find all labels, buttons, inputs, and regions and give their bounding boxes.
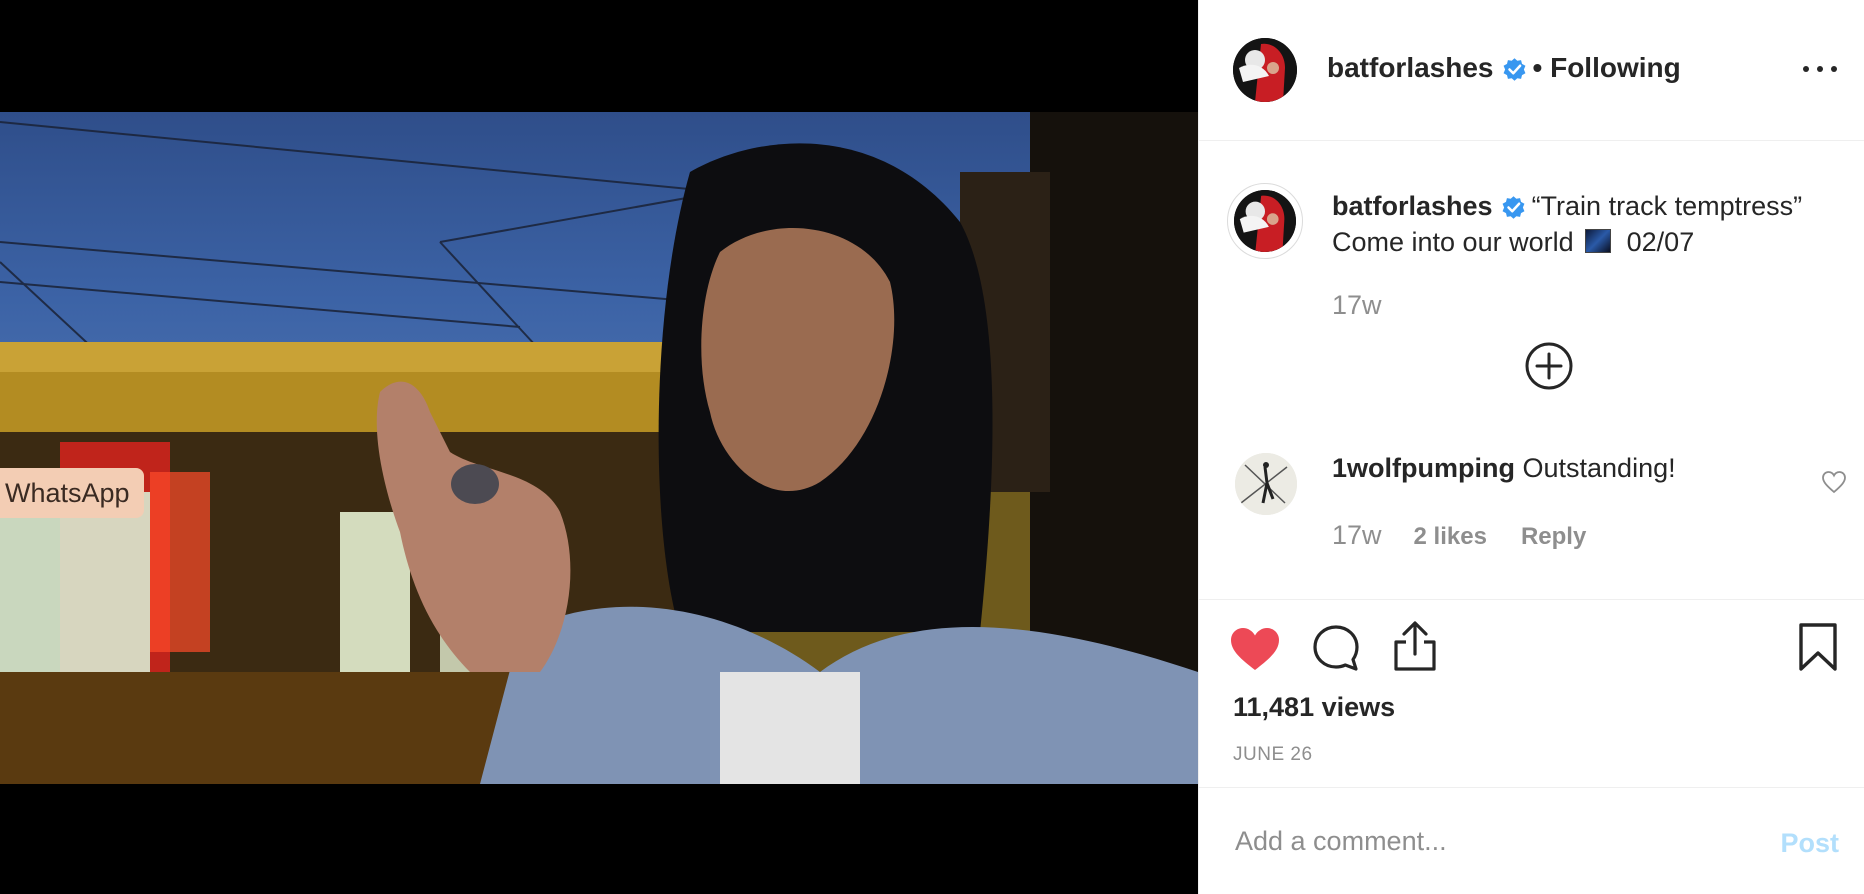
heart-filled-icon[interactable] — [1229, 626, 1281, 672]
post-side-panel: batforlashes • Following batforlashes “Tra… — [1198, 0, 1864, 894]
post-actions: 11,481 views JUNE 26 — [1199, 599, 1864, 787]
comment-like-heart-icon[interactable] — [1821, 470, 1847, 494]
video-player[interactable]: WhatsApp — [0, 0, 1198, 894]
commenter-avatar[interactable] — [1235, 453, 1297, 515]
commenter-avatar-image — [1235, 453, 1297, 515]
post-header-title: batforlashes • Following — [1327, 52, 1681, 84]
following-button[interactable]: Following — [1550, 52, 1681, 83]
caption-timestamp[interactable]: 17w — [1332, 290, 1382, 321]
caption-text-line1: “Train track temptress” — [1531, 191, 1803, 221]
more-options-icon[interactable] — [1803, 54, 1837, 84]
post-comment-button[interactable]: Post — [1780, 828, 1839, 859]
comment-text: Outstanding! — [1522, 453, 1676, 483]
more-dot — [1831, 66, 1837, 72]
video-still-image — [0, 112, 1198, 784]
verified-badge-icon — [1503, 58, 1525, 81]
comment-bubble-icon[interactable] — [1312, 624, 1360, 672]
whatsapp-overlay-label: WhatsApp — [0, 468, 144, 518]
caption-author-avatar[interactable] — [1234, 190, 1296, 252]
caption-username[interactable]: batforlashes — [1332, 191, 1493, 221]
post-caption: batforlashes “Train track temptress” Come… — [1332, 188, 1852, 260]
night-sky-emoji-icon — [1585, 229, 1612, 253]
more-dot — [1803, 66, 1809, 72]
more-dot — [1817, 66, 1823, 72]
author-avatar[interactable] — [1233, 38, 1297, 102]
verified-badge-icon — [1502, 196, 1524, 220]
author-avatar-image — [1233, 38, 1297, 102]
comment-item: 1wolfpumping Outstanding! — [1332, 453, 1676, 484]
header-separator: • — [1532, 52, 1543, 83]
video-frame[interactable]: WhatsApp — [0, 112, 1198, 784]
comment-reply-button[interactable]: Reply — [1521, 523, 1586, 551]
share-icon[interactable] — [1392, 620, 1438, 672]
comment-username[interactable]: 1wolfpumping — [1332, 453, 1515, 483]
bookmark-icon[interactable] — [1797, 622, 1839, 672]
caption-date-text: 02/07 — [1626, 227, 1695, 257]
plus-circle-icon[interactable] — [1525, 342, 1573, 390]
post-date[interactable]: JUNE 26 — [1233, 744, 1313, 766]
add-comment-input[interactable] — [1233, 812, 1717, 870]
caption-text-line2: Come into our world — [1332, 227, 1574, 257]
add-comment-bar: Post — [1199, 787, 1864, 894]
caption-avatar-image — [1234, 190, 1296, 252]
view-count[interactable]: 11,481 views — [1233, 692, 1395, 723]
comment-meta: 17w 2 likes Reply — [1332, 520, 1586, 551]
comment-likes-count[interactable]: 2 likes — [1414, 523, 1487, 551]
post-header: batforlashes • Following — [1199, 0, 1864, 141]
author-username[interactable]: batforlashes — [1327, 52, 1494, 83]
comment-timestamp[interactable]: 17w — [1332, 520, 1382, 551]
